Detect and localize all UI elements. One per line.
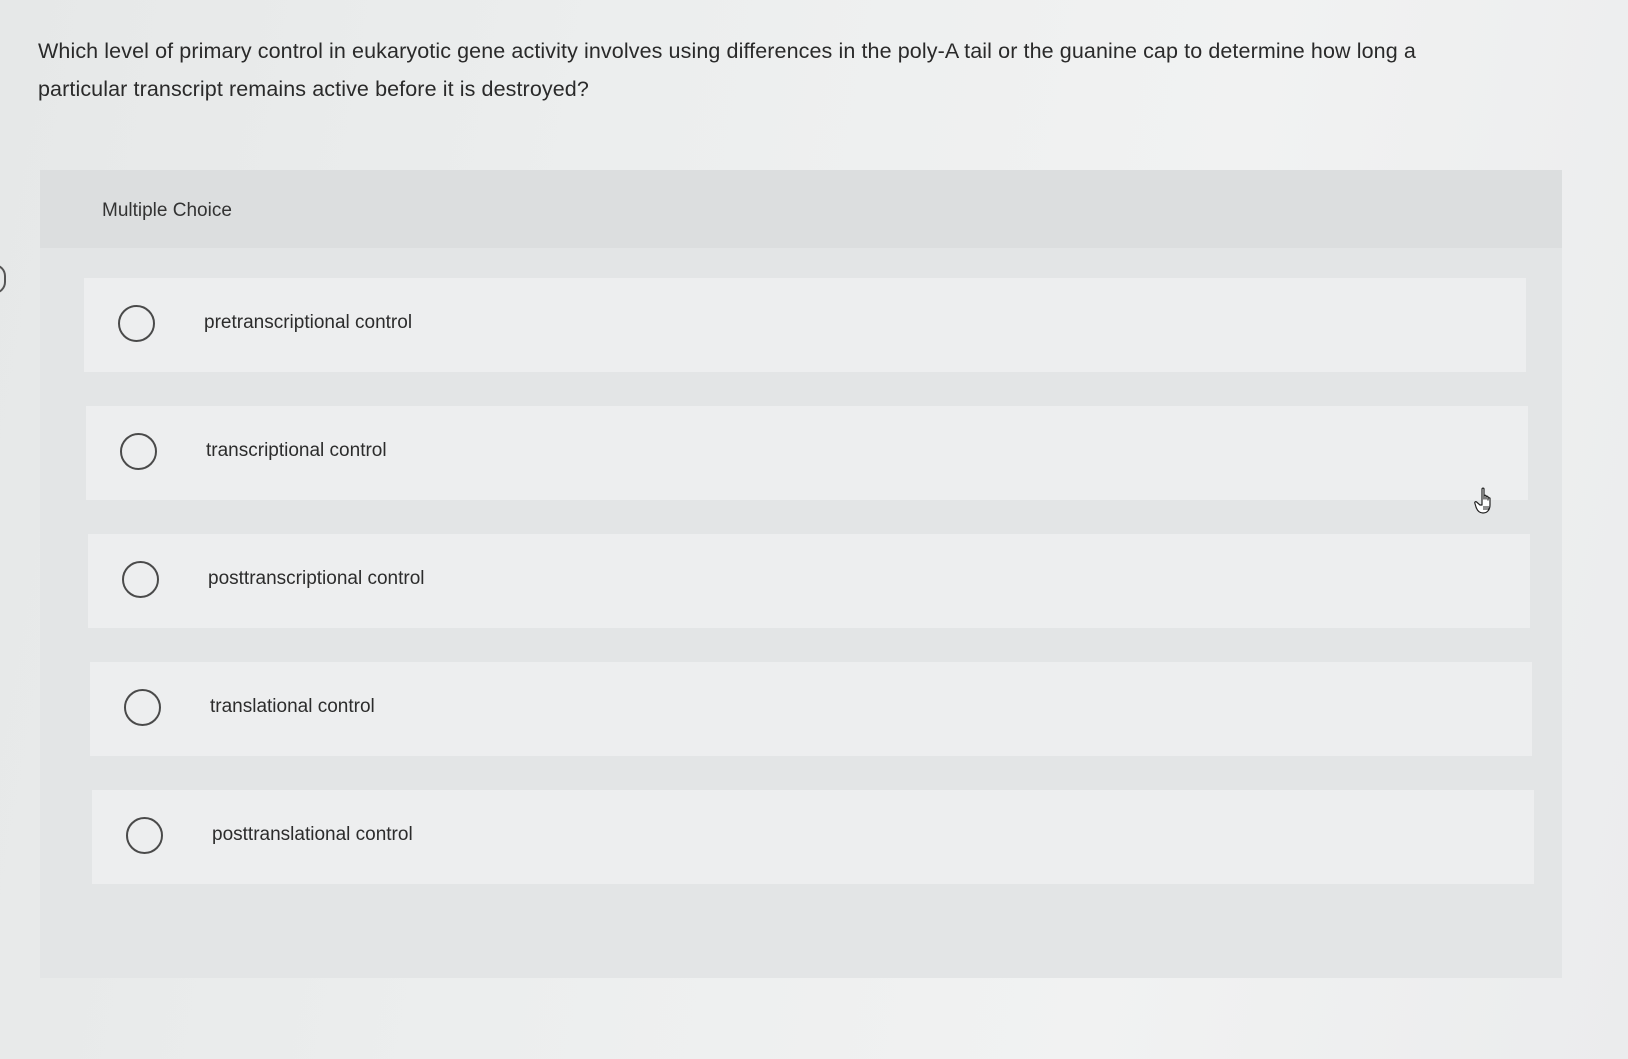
- edge-fragment: [0, 264, 6, 294]
- option-transcriptional[interactable]: transcriptional control: [86, 406, 1528, 500]
- radio-button[interactable]: [124, 689, 161, 726]
- option-label: translational control: [210, 696, 375, 717]
- option-label: posttranscriptional control: [208, 568, 425, 589]
- option-translational[interactable]: translational control: [90, 662, 1532, 756]
- hand-pointer-icon: [1474, 487, 1491, 514]
- panel-header-label: Multiple Choice: [102, 200, 232, 221]
- radio-button[interactable]: [118, 305, 155, 342]
- option-posttranscriptional[interactable]: posttranscriptional control: [88, 534, 1530, 628]
- option-label: pretranscriptional control: [204, 312, 413, 333]
- multiple-choice-panel: Multiple Choice pretranscriptional contr…: [40, 170, 1562, 978]
- radio-button[interactable]: [120, 433, 157, 470]
- radio-button[interactable]: [122, 561, 159, 598]
- option-label: transcriptional control: [206, 440, 387, 461]
- question-text: Which level of primary control in eukary…: [38, 39, 1416, 101]
- option-posttranslational[interactable]: posttranslational control: [92, 790, 1534, 884]
- option-pretranscriptional[interactable]: pretranscriptional control: [84, 278, 1526, 372]
- panel-header: Multiple Choice: [40, 170, 1562, 248]
- radio-button[interactable]: [126, 817, 163, 854]
- option-label: posttranslational control: [212, 824, 413, 845]
